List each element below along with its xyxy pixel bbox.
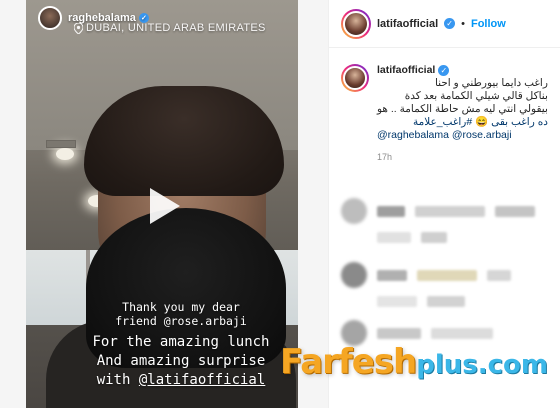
blurred-comment	[341, 296, 465, 307]
blurred-text	[421, 232, 447, 243]
ceiling-vent	[46, 140, 76, 148]
caption-mention[interactable]: @latifaofficial	[139, 372, 265, 388]
blurred-text	[417, 269, 477, 281]
blurred-text	[377, 296, 417, 307]
blurred-text	[377, 269, 407, 281]
caption-comment: latifaofficial ✓ راغب دايما بيورطني و اح…	[341, 64, 553, 162]
caption-mentions: @raghebalama @rose.arbaji	[377, 129, 548, 142]
caption-mention[interactable]: @raghebalama	[377, 129, 449, 141]
avatar[interactable]	[341, 8, 371, 39]
story-caption-line: friend @rose.arbaji	[56, 314, 298, 328]
story-caption: Thank you my dear friend @rose.arbaji Fo…	[56, 300, 298, 389]
blurred-text	[487, 269, 511, 281]
story-caption-line: For the amazing lunch	[92, 334, 270, 350]
verified-badge-icon: ✓	[444, 18, 456, 29]
location-pin-icon	[74, 22, 83, 34]
story-location[interactable]: DUBAI, UNITED ARAB EMIRATES	[74, 22, 266, 34]
avatar-image	[343, 66, 367, 90]
post-header: latifaofficial ✓ • Follow	[329, 0, 560, 48]
watermark-suffix: plus.com	[416, 350, 549, 380]
ceiling-light	[56, 148, 74, 160]
blurred-comment	[341, 232, 447, 243]
post-timestamp: 17h	[377, 152, 393, 162]
caption-line: بيقولي انتي ليه مش حاطة الكمامة .. هو	[377, 103, 548, 115]
caption-text: friend	[115, 314, 164, 328]
caption-author: latifaofficial ✓	[377, 64, 548, 77]
follow-button[interactable]: Follow	[471, 18, 506, 30]
blurred-text	[415, 205, 485, 217]
blurred-text	[431, 327, 493, 339]
watermark-brand: Farfesh	[280, 342, 417, 382]
blurred-text	[377, 232, 411, 243]
header-separator: •	[461, 17, 465, 30]
blurred-avatar	[341, 262, 367, 288]
story-caption-line: And amazing surprise	[96, 353, 266, 369]
caption-line: راغب دايما بيورطني و احنا	[434, 77, 548, 89]
caption-row: latifaofficial ✓ راغب دايما بيورطني و اح…	[341, 64, 553, 142]
blurred-avatar	[341, 198, 367, 224]
blurred-text	[495, 205, 535, 217]
caption-hashtag-line[interactable]: ده راغب بقى 😄 #راغب_علامة	[377, 116, 548, 129]
caption-mention[interactable]: @rose.arbaji	[452, 129, 512, 141]
caption-mention[interactable]: @rose.arbaji	[164, 314, 247, 328]
play-icon[interactable]	[138, 182, 186, 230]
farfesh-watermark: Farfeshplus.com	[280, 342, 548, 382]
blurred-text	[377, 205, 405, 217]
story-caption-line: Thank you my dear	[122, 300, 240, 314]
caption-line: بناكل قالي شيلي الكمامة بعد كدة	[404, 90, 548, 102]
post-username[interactable]: latifaofficial	[377, 18, 438, 30]
avatar[interactable]	[341, 64, 369, 92]
story-location-text[interactable]: DUBAI, UNITED ARAB EMIRATES	[86, 22, 266, 34]
blurred-comment	[341, 262, 511, 288]
blurred-comment	[341, 198, 535, 224]
story-caption-line: with @latifaofficial	[56, 372, 298, 389]
caption-username[interactable]: latifaofficial	[377, 64, 435, 77]
caption-text: with	[96, 372, 139, 388]
post-media[interactable]: raghebalama ✓ DUBAI, UNITED ARAB EMIRATE…	[0, 0, 328, 408]
blurred-text	[427, 296, 465, 307]
blurred-text	[377, 327, 421, 339]
verified-badge-icon: ✓	[438, 65, 450, 76]
story-avatar[interactable]	[38, 6, 62, 30]
caption-text-block: latifaofficial ✓ راغب دايما بيورطني و اح…	[377, 64, 548, 142]
instagram-post-view: raghebalama ✓ DUBAI, UNITED ARAB EMIRATE…	[0, 0, 560, 408]
person-hair	[84, 86, 284, 196]
avatar-image	[343, 10, 369, 37]
